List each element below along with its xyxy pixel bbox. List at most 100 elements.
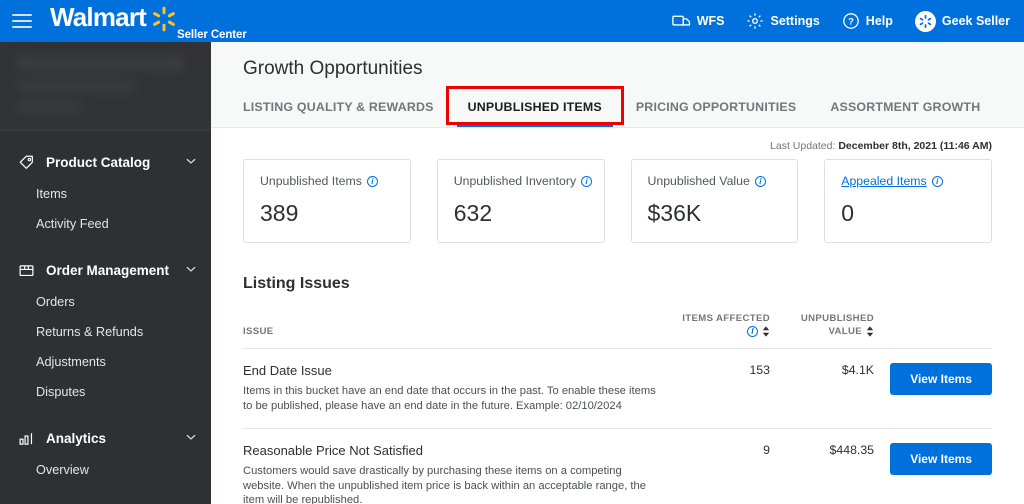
metric-label-text: Unpublished Items [260,174,362,188]
sidebar-item-disputes[interactable]: Disputes [0,377,211,407]
topnav-item-geek-seller[interactable]: Geek Seller [914,10,1010,32]
appealed-items-link[interactable]: Appealed Items [841,174,926,188]
topnav-item-wfs[interactable]: WFS [671,14,724,29]
issue-cell: Reasonable Price Not Satisfied Customers… [243,428,658,504]
seller-center-app: Walmart Seller Center WFS Settings ? Hel… [0,0,1024,504]
info-icon[interactable]: i [747,326,758,337]
table-row: End Date Issue Items in this bucket have… [243,348,992,429]
tab-assortment-growth[interactable]: ASSORTMENT GROWTH [813,94,997,127]
sidebar-item-overview[interactable]: Overview [0,455,211,485]
sidebar-item-returns-refunds[interactable]: Returns & Refunds [0,317,211,347]
view-items-button[interactable]: View Items [890,363,992,395]
tag-icon [16,152,36,172]
redacted-line [16,80,136,92]
column-header-issue: ISSUE [243,313,658,349]
unpublished-value-amount: $4.1K [770,348,874,429]
column-header-unpublished-value-line2: VALUE [828,326,862,337]
view-items-button[interactable]: View Items [890,443,992,475]
geek-seller-spark-icon [914,10,936,32]
redacted-line [16,56,184,71]
metric-label: Appealed Items i [841,174,975,188]
table-body: End Date Issue Items in this bucket have… [243,348,992,504]
sidebar-item-activity-feed[interactable]: Activity Feed [0,209,211,239]
page-title: Growth Opportunities [243,58,423,79]
brand-name: Walmart [50,2,147,32]
items-affected-value: 9 [658,428,770,504]
sort-arrows-icon[interactable] [866,326,874,337]
tab-unpublished-items[interactable]: UNPUBLISHED ITEMS [451,94,619,127]
sidebar-group-order-management: Order Management Orders Returns & Refund… [0,239,211,407]
issue-name: End Date Issue [243,363,332,378]
listing-issues-table: ISSUE ITEMS AFFECTED i [243,313,992,504]
topnav-item-settings[interactable]: Settings [746,12,820,30]
chevron-down-icon [185,155,197,170]
listing-issues-title: Listing Issues [243,275,350,292]
column-header-items-affected-label: ITEMS AFFECTED [682,313,770,324]
sidebar-group-analytics: Analytics Overview [0,407,211,485]
box-icon [16,260,36,280]
sidebar-header-analytics[interactable]: Analytics [0,421,211,455]
issue-cell: End Date Issue Items in this bucket have… [243,348,658,429]
metric-label: Unpublished Inventory i [454,174,593,188]
metric-card-unpublished-items: Unpublished Items i 389 [243,159,411,243]
topnav-item-help[interactable]: ? Help [842,12,893,30]
top-navigation-bar: Walmart Seller Center WFS Settings ? Hel… [0,0,1024,42]
column-header-unpublished-value-line1: UNPUBLISHED [800,313,874,324]
column-header-actions [874,313,992,349]
content-area: Last Updated: December 8th, 2021 (11:46 … [211,128,1024,504]
sidebar-item-adjustments[interactable]: Adjustments [0,347,211,377]
issue-description: Items in this bucket have an end date th… [243,385,656,412]
metric-card-appealed-items: Appealed Items i 0 [824,159,992,243]
issue-name: Reasonable Price Not Satisfied [243,443,423,458]
sidebar-label-analytics: Analytics [46,430,107,446]
tab-pricing-opportunities[interactable]: PRICING OPPORTUNITIES [619,94,813,127]
hamburger-menu-icon[interactable] [12,10,34,32]
brand-subtitle: Seller Center [177,29,247,41]
table-head: ISSUE ITEMS AFFECTED i [243,313,992,349]
svg-text:?: ? [848,16,854,26]
account-info-redacted[interactable] [0,42,211,130]
row-action-cell: View Items [874,428,992,504]
info-icon[interactable]: i [931,175,943,187]
column-header-items-affected[interactable]: ITEMS AFFECTED i [658,313,770,349]
column-header-unpublished-value[interactable]: UNPUBLISHED VALUE [770,313,874,349]
main-content: Growth Opportunities LISTING QUALITY & R… [211,42,1024,504]
sidebar-item-items[interactable]: Items [0,179,211,209]
column-header-items-affected-controls: i [658,326,770,337]
last-updated-value: December 8th, 2021 (11:46 AM) [838,140,992,152]
sidebar-item-orders[interactable]: Orders [0,287,211,317]
topnav-label-settings: Settings [770,14,820,28]
walmart-seller-center-logo[interactable]: Walmart [50,2,177,37]
metric-cards: Unpublished Items i 389 Unpublished Inve… [243,159,992,243]
bar-chart-icon [16,428,36,448]
sidebar-group-product-catalog: Product Catalog Items Activity Feed [0,131,211,239]
tab-bar: LISTING QUALITY & REWARDS UNPUBLISHED IT… [211,86,1024,127]
sidebar-label-order-management: Order Management [46,262,170,278]
sidebar-header-order-management[interactable]: Order Management [0,253,211,287]
chevron-down-icon [185,431,197,446]
sidebar-label-product-catalog: Product Catalog [46,154,151,170]
question-circle-icon: ? [842,12,860,30]
metric-card-unpublished-value: Unpublished Value i $36K [630,159,799,243]
body-wrapper: Product Catalog Items Activity Feed Orde… [0,42,1024,504]
info-icon[interactable]: i [581,175,593,187]
last-updated-prefix: Last Updated: [770,140,839,152]
gear-icon [746,12,764,30]
metric-value: $36K [647,200,702,226]
metric-label-text: Unpublished Value [647,174,750,188]
unpublished-value-amount: $448.35 [770,428,874,504]
info-icon[interactable]: i [754,175,766,187]
issue-description: Customers would save drastically by purc… [243,465,646,504]
tab-listing-quality-rewards[interactable]: LISTING QUALITY & REWARDS [243,94,451,127]
sidebar-header-product-catalog[interactable]: Product Catalog [0,145,211,179]
page-header: Growth Opportunities LISTING QUALITY & R… [211,42,1024,128]
metric-label: Unpublished Items i [260,174,394,188]
truck-icon [671,14,691,29]
sort-arrows-icon[interactable] [762,326,770,337]
info-icon[interactable]: i [366,175,378,187]
metric-card-unpublished-inventory: Unpublished Inventory i 632 [436,159,605,243]
metric-value: 0 [841,200,855,226]
redacted-line [16,101,82,112]
metric-label: Unpublished Value i [648,174,782,188]
table-header-row: ISSUE ITEMS AFFECTED i [243,313,992,349]
